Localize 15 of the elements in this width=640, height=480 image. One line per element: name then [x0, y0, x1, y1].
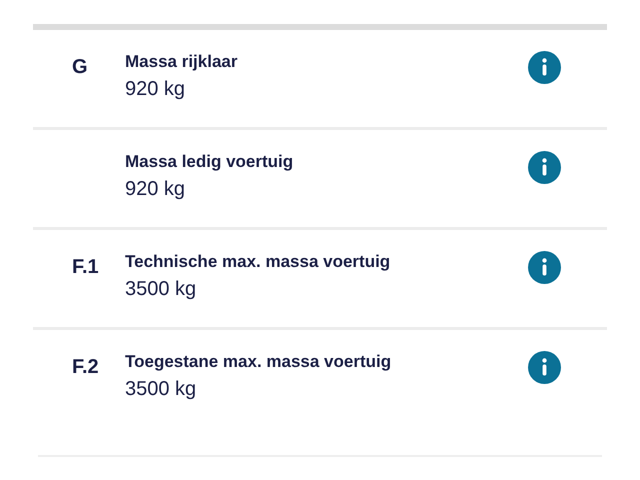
- field-value: 920 kg: [125, 78, 186, 100]
- field-value: 3500 kg: [125, 278, 196, 300]
- info-icon[interactable]: [528, 351, 561, 384]
- info-icon[interactable]: [528, 151, 561, 184]
- field-value: 920 kg: [125, 178, 186, 200]
- field-value: 3500 kg: [125, 378, 196, 400]
- field-code: G: [72, 56, 88, 78]
- field-label: Toegestane max. massa voertuig: [125, 352, 392, 371]
- field-label: Technische max. massa voertuig: [125, 252, 390, 271]
- field-label: Massa rijklaar: [125, 52, 238, 71]
- info-icon[interactable]: [528, 51, 561, 84]
- field-label: Massa ledig voertuig: [125, 152, 294, 171]
- field-code: F.1: [72, 256, 99, 278]
- field-code: F.2: [72, 356, 99, 378]
- info-icon[interactable]: [528, 251, 561, 284]
